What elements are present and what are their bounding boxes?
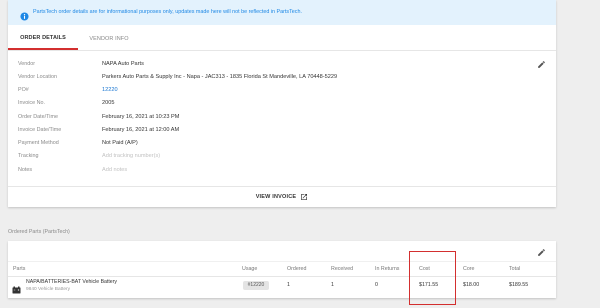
edit-order-button[interactable] xyxy=(537,60,546,69)
header-in-returns: In Returns xyxy=(375,266,400,272)
info-banner: PartsTech order details are for informat… xyxy=(8,0,556,25)
detail-row-vendor: Vendor NAPA Auto Parts xyxy=(8,58,528,71)
tab-vendor-info[interactable]: VENDOR INFO xyxy=(78,28,140,50)
detail-label: Vendor xyxy=(18,60,36,67)
header-cost: Cost xyxy=(419,266,430,272)
detail-row-po: PO# 12220 xyxy=(8,84,528,97)
edit-parts-button[interactable] xyxy=(537,248,546,257)
detail-label: Invoice No. xyxy=(18,100,45,107)
detail-label: Vendor Location xyxy=(18,73,57,80)
usage-badge: #12220 xyxy=(243,280,269,290)
detail-row-notes: Notes Add notes xyxy=(8,164,528,177)
vendor-location-value: Parkers Auto Parts & Supply Inc - Napa -… xyxy=(102,73,338,80)
header-ordered: Ordered xyxy=(287,266,307,272)
header-core: Core xyxy=(463,266,475,272)
tabs-divider xyxy=(8,50,556,51)
po-number-link[interactable]: 12220 xyxy=(102,84,118,97)
detail-label: PO# xyxy=(18,87,29,93)
detail-row-vendor-location: Vendor Location Parkers Auto Parts & Sup… xyxy=(8,71,528,84)
header-parts: Parts xyxy=(13,266,26,272)
received-qty: 1 xyxy=(331,282,334,288)
battery-icon xyxy=(12,281,21,294)
view-invoice-button[interactable]: VIEW INVOICE xyxy=(8,187,556,207)
view-invoice-label: VIEW INVOICE xyxy=(255,194,297,200)
header-received: Received xyxy=(331,266,354,272)
invoice-number-value: 2005 xyxy=(102,100,115,107)
pencil-icon xyxy=(538,61,545,68)
pencil-icon xyxy=(538,249,545,256)
detail-label: Invoice Date/Time xyxy=(18,126,62,133)
tracking-input[interactable]: Add tracking number(s) xyxy=(102,150,160,163)
payment-method-value: Not Paid (A/P) xyxy=(102,140,138,146)
external-link-icon xyxy=(301,194,308,200)
part-subtitle: 9840 Vehicle Battery xyxy=(26,286,71,292)
order-details-list: Vendor NAPA Auto Parts Vendor Location P… xyxy=(8,58,528,177)
vendor-value: NAPA Auto Parts xyxy=(102,60,144,67)
detail-row-order-date: Order Date/Time February 16, 2021 at 10:… xyxy=(8,111,528,124)
in-returns-qty: 0 xyxy=(375,282,378,288)
info-banner-text: PartsTech order details are for informat… xyxy=(33,9,302,15)
total-value: $189.55 xyxy=(509,282,529,288)
detail-label: Tracking xyxy=(18,153,39,160)
order-date-value: February 16, 2021 at 10:23 PM xyxy=(102,113,180,120)
header-total: Total xyxy=(509,266,521,272)
detail-row-payment-method: Payment Method Not Paid (A/P) xyxy=(8,137,528,150)
detail-label: Payment Method xyxy=(18,140,59,146)
info-icon xyxy=(20,8,29,21)
ordered-parts-card: Parts Usage Ordered Received In Returns … xyxy=(8,241,556,298)
detail-label: Notes xyxy=(18,166,33,173)
detail-label: Order Date/Time xyxy=(18,113,58,120)
header-usage: Usage xyxy=(242,266,258,272)
order-details-card: PartsTech order details are for informat… xyxy=(8,0,556,207)
ordered-qty: 1 xyxy=(287,282,290,288)
table-top-divider xyxy=(8,261,556,262)
notes-input[interactable]: Add notes xyxy=(102,164,127,177)
detail-row-invoice-date: Invoice Date/Time February 16, 2021 at 1… xyxy=(8,124,528,137)
invoice-date-value: February 16, 2021 at 12:00 AM xyxy=(102,126,180,133)
core-value: $18.00 xyxy=(463,282,480,288)
ordered-parts-title: Ordered Parts (PartsTech) xyxy=(8,229,70,235)
table-header-divider xyxy=(8,276,556,277)
cost-value: $171.55 xyxy=(419,282,439,288)
detail-row-tracking: Tracking Add tracking number(s) xyxy=(8,150,528,163)
tab-order-details[interactable]: ORDER DETAILS xyxy=(8,28,78,50)
detail-row-invoice-no: Invoice No. 2005 xyxy=(8,97,528,110)
